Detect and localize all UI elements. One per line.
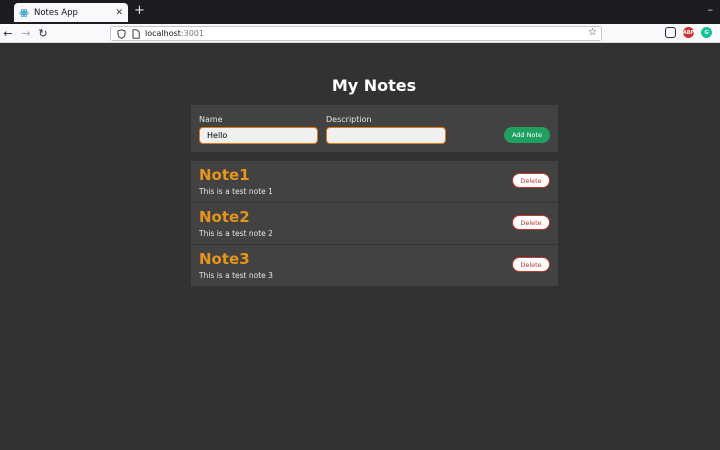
adblock-icon[interactable]: ABP (683, 27, 694, 38)
delete-button[interactable]: Delete (512, 173, 550, 188)
note-description: This is a test note 1 (199, 187, 273, 196)
forward-arrow-icon[interactable]: → (19, 26, 33, 40)
name-input[interactable] (199, 127, 318, 144)
minimize-icon[interactable]: – (708, 3, 714, 16)
note-title: Note2 (199, 208, 250, 226)
reload-icon[interactable]: ↻ (36, 26, 50, 40)
address-bar[interactable]: localhost:3001 ☆ (110, 26, 602, 41)
close-icon[interactable]: ✕ (115, 8, 123, 18)
tab-title: Notes App (34, 7, 78, 18)
note-description: This is a test note 3 (199, 271, 273, 280)
url-port: :3001 (180, 29, 204, 38)
name-label: Name (199, 115, 223, 124)
page-title: My Notes (331, 76, 417, 95)
back-arrow-icon[interactable]: ← (1, 26, 15, 40)
grammarly-icon[interactable]: G (701, 27, 712, 38)
notes-list: Note1 This is a test note 1 Delete Note2… (191, 161, 558, 286)
url-host: localhost (145, 29, 181, 38)
note-card: Note2 This is a test note 2 Delete (191, 203, 558, 245)
react-icon (19, 8, 29, 18)
new-tab-button[interactable]: + (134, 3, 145, 19)
note-card: Note1 This is a test note 1 Delete (191, 161, 558, 203)
browser-nav-bar: ← → ↻ localhost:3001 ☆ ABP G (0, 24, 720, 43)
page-info-icon[interactable] (132, 24, 140, 43)
pocket-icon[interactable] (665, 27, 676, 38)
add-note-form: Name Description Add Note (191, 105, 558, 152)
shield-icon[interactable] (117, 24, 126, 43)
bookmark-star-icon[interactable]: ☆ (588, 27, 597, 38)
delete-button[interactable]: Delete (512, 257, 550, 272)
browser-tab-bar: Notes App ✕ + – (0, 0, 720, 24)
note-card: Note3 This is a test note 3 Delete (191, 245, 558, 287)
note-title: Note3 (199, 250, 250, 268)
note-title: Note1 (199, 166, 250, 184)
add-note-button[interactable]: Add Note (504, 127, 550, 143)
description-input[interactable] (326, 127, 446, 144)
note-description: This is a test note 2 (199, 229, 273, 238)
description-label: Description (326, 115, 372, 124)
delete-button[interactable]: Delete (512, 215, 550, 230)
browser-tab[interactable]: Notes App ✕ (14, 3, 128, 22)
